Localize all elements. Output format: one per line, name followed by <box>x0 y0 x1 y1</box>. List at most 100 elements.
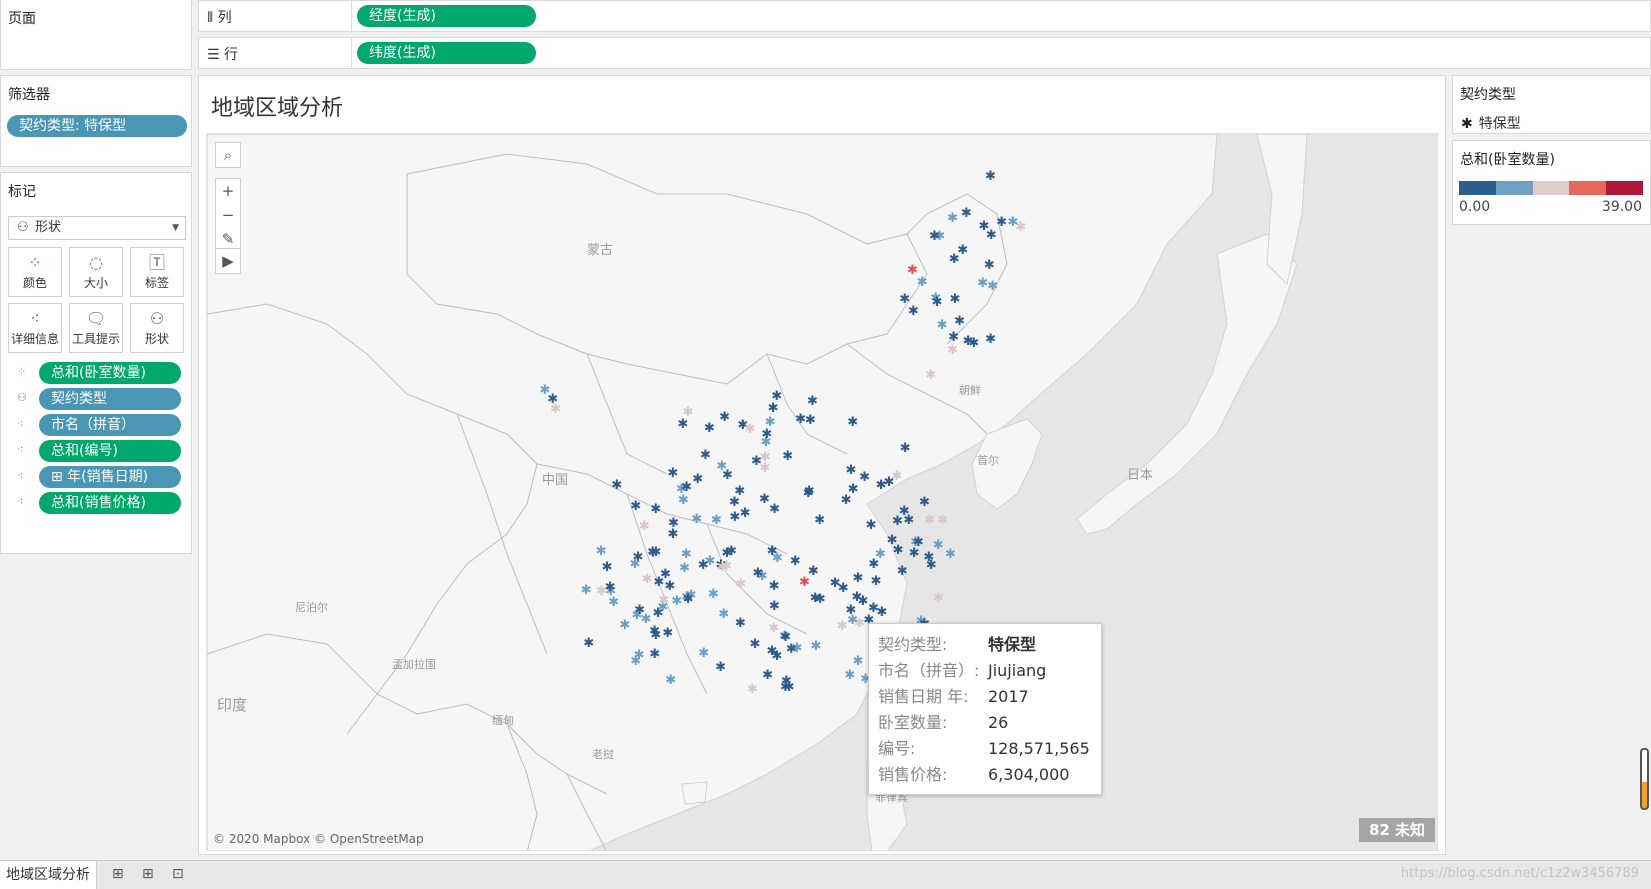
map-mark[interactable]: ✱ <box>771 390 782 403</box>
map-mark[interactable]: ✱ <box>949 293 960 306</box>
map-mark[interactable]: ✱ <box>937 319 948 332</box>
map-mark[interactable]: ✱ <box>947 212 958 225</box>
map-mark[interactable]: ✱ <box>933 539 944 552</box>
map-mark[interactable]: ✱ <box>899 505 910 518</box>
map-mark[interactable]: ✱ <box>924 514 935 527</box>
map-mark[interactable]: ✱ <box>619 619 630 632</box>
map-mark[interactable]: ✱ <box>838 582 849 595</box>
map-mark[interactable]: ✱ <box>848 483 859 496</box>
field-pill-sale-year[interactable]: ⊞ 年(销售日期) <box>39 466 181 488</box>
map-mark[interactable]: ✱ <box>963 335 974 348</box>
map-mark[interactable]: ✱ <box>761 428 772 441</box>
map-mark[interactable]: ✱ <box>753 567 764 580</box>
map-mark[interactable]: ✱ <box>853 655 864 668</box>
field-pill-sale-price[interactable]: 总和(销售价格) <box>39 492 181 514</box>
map-mark[interactable]: ✱ <box>740 507 751 520</box>
shape-legend-item[interactable]: ✱ 特保型 <box>1461 113 1521 133</box>
map-mark[interactable]: ✱ <box>667 467 678 480</box>
map-mark[interactable]: ✱ <box>611 479 622 492</box>
map-mark[interactable]: ✱ <box>744 423 755 436</box>
map-mark[interactable]: ✱ <box>891 470 902 483</box>
map-mark[interactable]: ✱ <box>671 595 682 608</box>
map-mark[interactable]: ✱ <box>899 293 910 306</box>
map-mark[interactable]: ✱ <box>650 503 661 516</box>
map-mark[interactable]: ✱ <box>649 648 660 661</box>
map-mark[interactable]: ✱ <box>876 606 887 619</box>
map-mark[interactable]: ✱ <box>639 520 650 533</box>
map-mark[interactable]: ✱ <box>719 411 730 424</box>
map-mark[interactable]: ✱ <box>681 548 692 561</box>
map-mark[interactable]: ✱ <box>917 276 928 289</box>
map-mark[interactable]: ✱ <box>735 578 746 591</box>
map-mark[interactable]: ✱ <box>810 640 821 653</box>
map-mark[interactable]: ✱ <box>660 568 671 581</box>
field-pill-contract-type[interactable]: 契约类型 <box>39 388 181 410</box>
map-mark[interactable]: ✱ <box>681 481 692 494</box>
map-mark[interactable]: ✱ <box>985 333 996 346</box>
map-mark[interactable]: ✱ <box>715 661 726 674</box>
map-toolbar-expand-button[interactable]: ▶ <box>215 248 241 274</box>
map-mark[interactable]: ✱ <box>668 528 679 541</box>
map-mark[interactable]: ✱ <box>698 559 709 572</box>
map-mark[interactable]: ✱ <box>634 604 645 617</box>
map-mark[interactable]: ✱ <box>804 485 815 498</box>
map-mark[interactable]: ✱ <box>780 631 791 644</box>
map-mark[interactable]: ✱ <box>790 555 801 568</box>
map-mark[interactable]: ✱ <box>664 580 675 593</box>
map-mark[interactable]: ✱ <box>805 414 816 427</box>
map-mark[interactable]: ✱ <box>852 572 863 585</box>
map-mark[interactable]: ✱ <box>985 170 996 183</box>
map-mark[interactable]: ✱ <box>929 230 940 243</box>
map-mark[interactable]: ✱ <box>767 545 778 558</box>
map-mark[interactable]: ✱ <box>1007 216 1018 229</box>
unknown-indicator[interactable]: 82 未知 <box>1359 818 1435 842</box>
map-mark[interactable]: ✱ <box>747 683 758 696</box>
map-mark[interactable]: ✱ <box>647 546 658 559</box>
map-mark[interactable]: ✱ <box>847 416 858 429</box>
map-mark[interactable]: ✱ <box>711 514 722 527</box>
map-view[interactable]: 蒙古 中国 日本 朝鲜 首尔 尼泊尔 孟加拉国 印度 缅甸 老挝 菲律宾 ✱ ✱ ✱… <box>206 133 1438 851</box>
map-mark[interactable]: ✱ <box>893 544 904 557</box>
map-mark[interactable]: ✱ <box>718 608 729 621</box>
field-pill-city-pinyin[interactable]: 市名（拼音） <box>39 414 181 436</box>
map-mark[interactable]: ✱ <box>662 627 673 640</box>
map-mark[interactable]: ✱ <box>949 253 960 266</box>
map-mark[interactable]: ✱ <box>762 669 773 682</box>
map-mark[interactable]: ✱ <box>750 638 761 651</box>
map-mark[interactable]: ✱ <box>919 496 930 509</box>
map-mark[interactable]: ✱ <box>652 607 663 620</box>
map-mark[interactable]: ✱ <box>634 649 645 662</box>
map-mark[interactable]: ✱ <box>767 645 778 658</box>
map-mark[interactable]: ✱ <box>650 629 661 642</box>
map-mark[interactable]: ✱ <box>769 580 780 593</box>
map-mark[interactable]: ✱ <box>984 259 995 272</box>
map-mark[interactable]: ✱ <box>866 519 877 532</box>
map-mark[interactable]: ✱ <box>961 207 972 220</box>
filter-pill-contract-type[interactable]: 契约类型: 特保型 <box>7 115 187 137</box>
map-mark[interactable]: ✱ <box>900 442 911 455</box>
map-mark[interactable]: ✱ <box>945 548 956 561</box>
map-mark[interactable]: ✱ <box>679 562 690 575</box>
map-mark[interactable]: ✱ <box>996 216 1007 229</box>
map-mark[interactable]: ✱ <box>768 402 779 415</box>
map-mark[interactable]: ✱ <box>925 369 936 382</box>
latitude-pill[interactable]: 纬度(生成) <box>357 42 536 64</box>
new-worksheet-icon[interactable]: ⊞ <box>112 866 124 882</box>
map-mark[interactable]: ✱ <box>948 331 959 344</box>
mark-type-dropdown[interactable]: ⚇ 形状 ▼ <box>8 216 186 240</box>
map-mark[interactable]: ✱ <box>629 558 640 571</box>
label-button[interactable]: 🅃 标签 <box>130 247 184 297</box>
map-mark[interactable]: ✱ <box>692 473 703 486</box>
map-mark[interactable]: ✱ <box>875 548 886 561</box>
sheet-tab[interactable]: 地域区域分析 <box>0 861 97 889</box>
map-mark[interactable]: ✱ <box>859 471 870 484</box>
zoom-in-button[interactable]: + <box>216 179 240 203</box>
map-search-button[interactable]: ⌕ <box>215 142 241 168</box>
shape-button[interactable]: ⚇ 形状 <box>130 303 184 353</box>
map-mark[interactable]: ✱ <box>897 565 908 578</box>
map-mark[interactable]: ✱ <box>937 514 948 527</box>
map-mark[interactable]: ✱ <box>926 559 937 572</box>
map-mark[interactable]: ✱ <box>932 296 943 309</box>
field-pill-id[interactable]: 总和(编号) <box>39 440 181 462</box>
map-mark[interactable]: ✱ <box>908 305 919 318</box>
